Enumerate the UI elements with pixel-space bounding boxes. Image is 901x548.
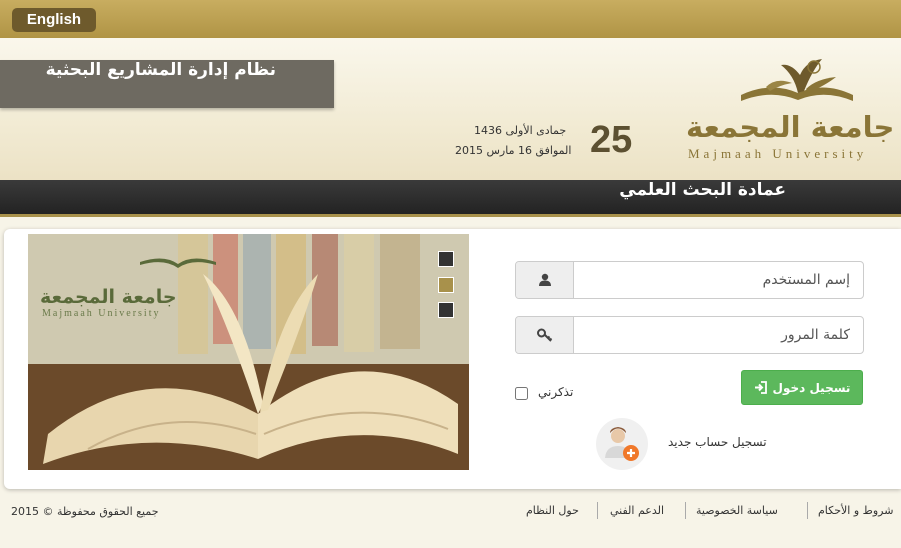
- footer-separator: [685, 502, 686, 519]
- register-icon[interactable]: [596, 418, 648, 470]
- university-logo-icon: [741, 59, 853, 101]
- book-image: [28, 234, 469, 470]
- top-bar: English: [0, 0, 901, 38]
- add-user-icon: [605, 427, 639, 461]
- university-logo-arabic: جامعة المجمعة: [686, 110, 895, 144]
- footer-separator: [597, 502, 598, 519]
- sign-in-icon: [754, 381, 767, 394]
- university-logo-english: Majmaah University: [688, 146, 868, 161]
- login-button[interactable]: تسجيل دخول: [741, 370, 863, 405]
- gregorian-date: الموافق 16 مارس 2015: [455, 144, 572, 157]
- username-input[interactable]: [574, 262, 862, 298]
- copyright-text: جميع الحقوق محفوظة © 2015: [11, 505, 159, 518]
- slider-dot-3[interactable]: [438, 302, 454, 318]
- password-group: [515, 316, 864, 354]
- deanship-title: عمادة البحث العلمي: [619, 180, 786, 200]
- username-group: [515, 261, 864, 299]
- remember-me-checkbox[interactable]: [515, 387, 528, 400]
- password-input[interactable]: [574, 317, 862, 353]
- system-title: نظام إدارة المشاريع البحثية: [45, 60, 276, 80]
- header: نظام إدارة المشاريع البحثية جمادى الأولى…: [0, 38, 901, 180]
- system-title-box: نظام إدارة المشاريع البحثية: [0, 60, 334, 108]
- slider-logo-arabic: جامعة المجمعة: [40, 286, 177, 308]
- user-icon: [538, 273, 551, 286]
- english-language-button[interactable]: English: [12, 8, 96, 32]
- image-slider: جامعة المجمعة Majmaah University: [28, 234, 469, 470]
- footer-link-about[interactable]: حول النظام: [526, 504, 579, 517]
- remember-me-label: تذكرني: [538, 385, 574, 399]
- login-button-label: تسجيل دخول: [772, 380, 851, 395]
- key-icon: [536, 328, 552, 342]
- footer-link-support[interactable]: الدعم الفني: [610, 504, 664, 517]
- slider-dot-2[interactable]: [438, 277, 454, 293]
- footer-link-terms[interactable]: شروط و الأحكام: [818, 504, 893, 517]
- slider-logo-english: Majmaah University: [42, 308, 161, 319]
- slider-dot-1[interactable]: [438, 251, 454, 267]
- deanship-bar: عمادة البحث العلمي: [0, 180, 901, 217]
- register-link[interactable]: تسجيل حساب جديد: [668, 435, 767, 449]
- footer-separator: [807, 502, 808, 519]
- date-day-number: 25: [590, 119, 633, 161]
- hijri-date: جمادى الأولى 1436: [474, 124, 567, 137]
- username-addon: [516, 262, 574, 298]
- footer-link-privacy[interactable]: سياسة الخصوصية: [696, 504, 778, 517]
- password-addon: [516, 317, 574, 353]
